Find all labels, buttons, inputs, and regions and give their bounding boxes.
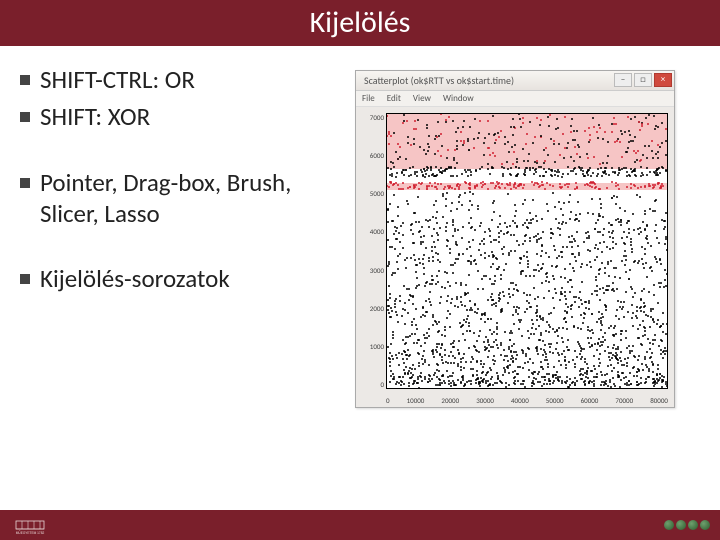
department-logo — [664, 520, 710, 530]
scatterplot-window: Scatterplot (ok$RTT vs ok$start.time) – … — [355, 70, 675, 408]
bullet-text: Pointer, Drag-box, Brush, Slicer, Lasso — [40, 167, 355, 230]
menu-window[interactable]: Window — [443, 93, 474, 104]
x-tick: 70000 — [615, 396, 633, 405]
y-tick: 7000 — [360, 113, 384, 122]
menu-view[interactable]: View — [413, 93, 431, 104]
slide-title: Kijelölés — [0, 0, 720, 46]
x-tick: 60000 — [581, 396, 599, 405]
bullet-icon — [20, 178, 30, 188]
maximize-button[interactable]: □ — [634, 73, 652, 87]
x-tick: 0 — [386, 396, 390, 405]
plot-zone: 70006000500040003000200010000 0100002000… — [356, 107, 674, 407]
slide-content: SHIFT-CTRL: OR SHIFT: XOR Pointer, Drag-… — [0, 46, 720, 408]
bullet-item: SHIFT: XOR — [20, 101, 355, 132]
logo-dot-icon — [700, 520, 710, 530]
minimize-button[interactable]: – — [614, 73, 632, 87]
x-tick: 80000 — [650, 396, 668, 405]
y-tick: 3000 — [360, 266, 384, 275]
close-button[interactable]: × — [654, 73, 672, 87]
logo-dot-icon — [664, 520, 674, 530]
bullet-icon — [20, 75, 30, 85]
plot-column: Scatterplot (ok$RTT vs ok$start.time) – … — [355, 64, 690, 408]
bullet-icon — [20, 112, 30, 122]
y-tick: 4000 — [360, 227, 384, 236]
menu-edit[interactable]: Edit — [387, 93, 401, 104]
x-tick: 50000 — [546, 396, 564, 405]
y-axis-ticks: 7000 6000 5000 4000 3000 2000 1000 0 — [360, 113, 384, 389]
y-tick: 2000 — [360, 304, 384, 313]
y-tick: 5000 — [360, 189, 384, 198]
bullet-column: SHIFT-CTRL: OR SHIFT: XOR Pointer, Drag-… — [0, 64, 355, 408]
x-tick: 20000 — [441, 396, 459, 405]
window-title-text: Scatterplot (ok$RTT vs ok$start.time) — [364, 74, 514, 87]
window-menubar: File Edit View Window — [356, 91, 674, 107]
bullet-text: SHIFT-CTRL: OR — [40, 64, 195, 95]
x-tick: 40000 — [511, 396, 529, 405]
svg-text:MŰEGYETEM 1782: MŰEGYETEM 1782 — [16, 530, 45, 535]
x-axis-ticks: 0 10000 20000 30000 40000 50000 60000 70000 8000… — [386, 396, 668, 405]
y-tick: 1000 — [360, 342, 384, 351]
logo-dot-icon — [676, 520, 686, 530]
scatterplot-canvas[interactable] — [386, 113, 668, 389]
x-tick: 30000 — [476, 396, 494, 405]
window-buttons: – □ × — [614, 73, 672, 87]
bullet-item: Kijelölés-sorozatok — [20, 263, 355, 294]
logo-dot-icon — [688, 520, 698, 530]
bullet-text: SHIFT: XOR — [40, 101, 150, 132]
slide-footer: MŰEGYETEM 1782 — [0, 510, 720, 540]
bullet-item: Pointer, Drag-box, Brush, Slicer, Lasso — [20, 167, 355, 230]
bullet-group-modifiers: SHIFT-CTRL: OR SHIFT: XOR — [20, 64, 355, 133]
bullet-icon — [20, 274, 30, 284]
menu-file[interactable]: File — [362, 93, 375, 104]
y-tick: 0 — [360, 380, 384, 389]
bullet-group-tools: Pointer, Drag-box, Brush, Slicer, Lasso — [20, 167, 355, 230]
university-logo: MŰEGYETEM 1782 — [10, 515, 50, 535]
y-tick: 6000 — [360, 151, 384, 160]
bullet-item: SHIFT-CTRL: OR — [20, 64, 355, 95]
window-titlebar: Scatterplot (ok$RTT vs ok$start.time) – … — [356, 71, 674, 91]
bullet-group-sequences: Kijelölés-sorozatok — [20, 263, 355, 294]
bullet-text: Kijelölés-sorozatok — [40, 263, 230, 294]
x-tick: 10000 — [407, 396, 425, 405]
